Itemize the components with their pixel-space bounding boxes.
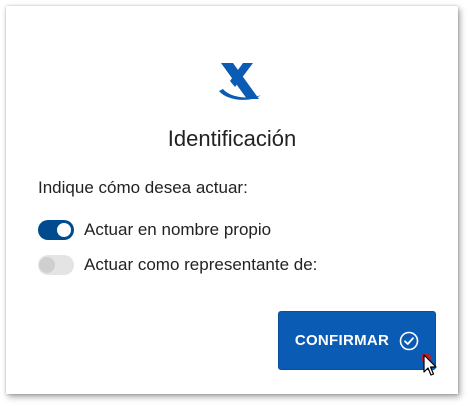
confirm-button[interactable]: CONFIRMAR <box>278 311 436 370</box>
check-circle-icon <box>399 331 419 350</box>
agency-logo-icon <box>219 63 261 100</box>
mouse-pointer-icon <box>421 353 437 376</box>
own-name-toggle[interactable] <box>38 220 74 240</box>
confirm-button-label: CONFIRMAR <box>294 332 390 349</box>
toggle-knob <box>57 223 71 237</box>
toggle-knob <box>39 257 55 273</box>
representative-toggle[interactable] <box>38 255 74 275</box>
option-representative[interactable]: Actuar como representante de: <box>38 255 317 275</box>
identification-dialog: Identificación Indique cómo desea actuar… <box>6 6 458 394</box>
option-own-name-label: Actuar en nombre propio <box>84 220 272 239</box>
prompt-text: Indique cómo desea actuar: <box>38 178 248 197</box>
option-representative-label: Actuar como representante de: <box>84 255 318 274</box>
option-own-name[interactable]: Actuar en nombre propio <box>38 220 271 240</box>
dialog-title: Identificación <box>167 126 297 151</box>
